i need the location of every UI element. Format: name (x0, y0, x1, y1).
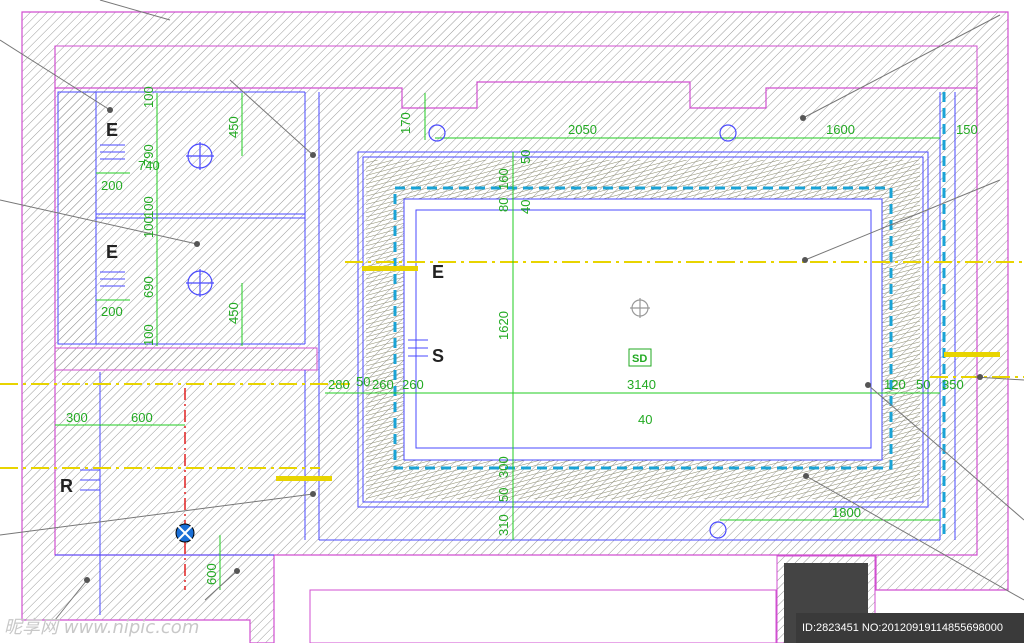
dim-1800: 1800 (832, 505, 861, 520)
dim-1600: 1600 (826, 122, 855, 137)
smoke-detector-label: SD (632, 353, 647, 365)
dim-170: 170 (398, 112, 413, 134)
dim-260: 260 (372, 377, 394, 392)
dim-450a: 450 (226, 116, 241, 138)
exhaust-label-3: E (432, 262, 444, 282)
watermark: 昵享网 www.nipic.com (4, 617, 200, 638)
dim-310: 310 (496, 514, 511, 536)
dim-50c: 50 (518, 150, 533, 164)
dim-50b: 50 (916, 377, 930, 392)
dim-740: 740 (138, 158, 160, 173)
supply-label: S (432, 346, 444, 366)
dim-40a: 40 (638, 412, 652, 427)
dim-260b: 260 (402, 377, 424, 392)
dim-2050: 2050 (568, 122, 597, 137)
dim-450b: 450 (226, 302, 241, 324)
dim-350: 350 (942, 377, 964, 392)
bottom-opening (309, 589, 777, 643)
dim-100a: 100 (141, 86, 156, 108)
dim-280: 280 (328, 377, 350, 392)
dim-100d: 100 (141, 324, 156, 346)
exhaust-label-1: E (106, 120, 118, 140)
dim-3140: 3140 (627, 377, 656, 392)
dim-150: 150 (956, 122, 978, 137)
dim-100b: 100 (141, 196, 156, 218)
dim-40b: 40 (518, 200, 533, 214)
dim-300b: 300 (496, 456, 511, 478)
partition-wall (54, 347, 318, 371)
ceiling-plan-drawing: E E E S R SD 2050 1600 150 170 100 790 7… (0, 0, 1024, 643)
dim-300: 300 (66, 410, 88, 425)
return-label: R (60, 476, 73, 496)
id-caption: ID:2823451 NO:20120919114855698000 (796, 613, 1024, 643)
dim-1620: 1620 (496, 311, 511, 340)
dim-100c: 100 (141, 216, 156, 238)
dim-600b: 600 (204, 563, 219, 585)
dim-80: 80 (496, 198, 511, 212)
dim-50a: 50 (356, 374, 370, 389)
left-cabinet-hatch (57, 91, 97, 345)
dim-50d: 50 (496, 488, 511, 502)
dim-200b: 200 (101, 304, 123, 319)
dim-160: 160 (496, 168, 511, 190)
dim-120: 120 (884, 377, 906, 392)
dim-600a: 600 (131, 410, 153, 425)
exhaust-label-2: E (106, 242, 118, 262)
dim-200a: 200 (101, 178, 123, 193)
dim-690: 690 (141, 276, 156, 298)
